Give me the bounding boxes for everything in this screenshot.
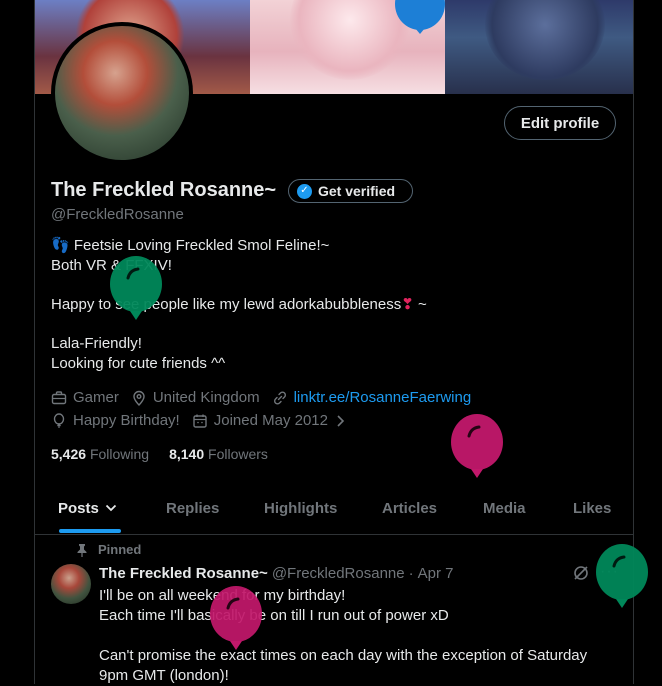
followers-count: 8,140: [169, 446, 205, 462]
column-border-right: [633, 0, 634, 684]
banner-panel-center: [250, 0, 445, 94]
tab-label: Articles: [382, 499, 438, 517]
tab-label: Highlights: [264, 499, 338, 517]
exclamation-emoji-icon: ❣: [401, 296, 414, 313]
profile-location: United Kingdom: [131, 389, 260, 406]
bio-line: Both VR & FFXIV!: [51, 257, 172, 274]
tab-likes[interactable]: Likes: [573, 482, 611, 534]
follow-stats: 5,426 Following 8,140 Followers: [51, 446, 268, 462]
column-border-left: [34, 0, 35, 684]
tweet-author-avatar[interactable]: [51, 564, 91, 604]
profile-bio: 👣 Feetsie Loving Freckled Smol Feline!~ …: [51, 236, 611, 374]
followers-link[interactable]: 8,140 Followers: [169, 446, 268, 462]
tweet-author-handle[interactable]: @FreckledRosanne: [272, 565, 405, 582]
more-icon[interactable]: ···: [600, 563, 619, 581]
bio-line: 👣 Feetsie Loving Freckled Smol Feline!~: [51, 236, 611, 256]
grok-icon[interactable]: [572, 564, 590, 582]
bio-text: Feetsie Loving Freckled Smol Feline!~: [73, 237, 330, 254]
get-verified-label: Get verified: [318, 183, 396, 199]
briefcase-icon: [51, 390, 67, 406]
pinned-indicator: Pinned: [76, 542, 141, 557]
verified-badge-icon: ✓: [297, 183, 312, 199]
tab-label: Replies: [166, 499, 220, 517]
chevron-right-icon: [332, 413, 348, 429]
followers-label: Followers: [208, 446, 268, 462]
user-handle: @FreckledRosanne: [51, 206, 184, 223]
tweet-line: 9pm GMT (london)!: [99, 667, 229, 684]
avatar-image: [55, 26, 189, 160]
calendar-icon: [192, 413, 208, 429]
tab-label: Media: [483, 499, 526, 517]
tab-articles[interactable]: Articles: [382, 482, 437, 534]
bio-text: Happy to see people like my lewd adorkab…: [51, 296, 402, 313]
location-pin-icon: [131, 390, 147, 406]
bio-line: Happy to see people like my lewd adorkab…: [51, 295, 611, 315]
bio-line: Lala-Friendly!: [51, 335, 142, 352]
following-label: Following: [89, 446, 150, 462]
profile-meta-row-2: Happy Birthday! Joined May 2012: [51, 412, 360, 429]
profile-website[interactable]: linktr.ee/RosanneFaerwing: [272, 389, 472, 406]
active-tab-indicator: [59, 529, 121, 533]
link-icon: [272, 390, 288, 406]
tweet-text: I'll be on all weekend for my birthday! …: [99, 586, 619, 686]
tweet-line: I'll be on all weekend for my birthday!: [99, 587, 346, 604]
tab-media[interactable]: Media: [483, 482, 526, 534]
profile-joined[interactable]: Joined May 2012: [192, 412, 348, 429]
tweet-line: Can't promise the exact times on each da…: [99, 647, 588, 664]
tweet-header: The Freckled Rosanne~ @FreckledRosanne ·…: [99, 565, 453, 582]
tab-replies[interactable]: Replies: [166, 482, 219, 534]
footprints-emoji-icon: 👣: [51, 237, 70, 254]
profile-category: Gamer: [51, 389, 119, 406]
birthday-text: Happy Birthday!: [73, 412, 180, 429]
tweet-separator: ·: [408, 565, 414, 582]
profile-birthday: Happy Birthday!: [51, 412, 180, 429]
joined-text: Joined May 2012: [213, 412, 328, 429]
bio-text: ~: [413, 296, 427, 313]
tab-highlights[interactable]: Highlights: [264, 482, 337, 534]
banner-panel-right: [445, 0, 633, 94]
tweet-author-name[interactable]: The Freckled Rosanne~: [99, 565, 268, 582]
chevron-down-icon: [105, 503, 117, 513]
edit-profile-button[interactable]: Edit profile: [504, 106, 616, 140]
following-link[interactable]: 5,426 Following: [51, 446, 149, 462]
location-text: United Kingdom: [152, 389, 260, 406]
website-link[interactable]: linktr.ee/RosanneFaerwing: [294, 389, 472, 406]
profile-tabs: Posts Replies Highlights Articles Media …: [35, 482, 633, 535]
get-verified-button[interactable]: ✓ Get verified: [288, 179, 413, 203]
birthday-balloon-icon: [451, 414, 503, 478]
profile-meta-row: Gamer United Kingdom linktr.ee/RosanneFa…: [51, 389, 483, 406]
pinned-label: Pinned: [98, 542, 142, 557]
balloon-icon: [51, 412, 67, 429]
bio-line: Looking for cute friends ^^: [51, 355, 226, 372]
following-count: 5,426: [51, 446, 87, 462]
profile-avatar[interactable]: [51, 22, 193, 164]
tab-posts[interactable]: Posts: [58, 482, 117, 534]
category-text: Gamer: [73, 389, 119, 406]
tab-label: Posts: [58, 499, 99, 517]
tweet-date[interactable]: Apr 7: [418, 565, 454, 582]
display-name: The Freckled Rosanne~: [51, 179, 277, 201]
pin-icon: [76, 543, 88, 557]
tweet-line: Each time I'll basically be on till I ru…: [99, 607, 449, 624]
tab-label: Likes: [573, 499, 612, 517]
